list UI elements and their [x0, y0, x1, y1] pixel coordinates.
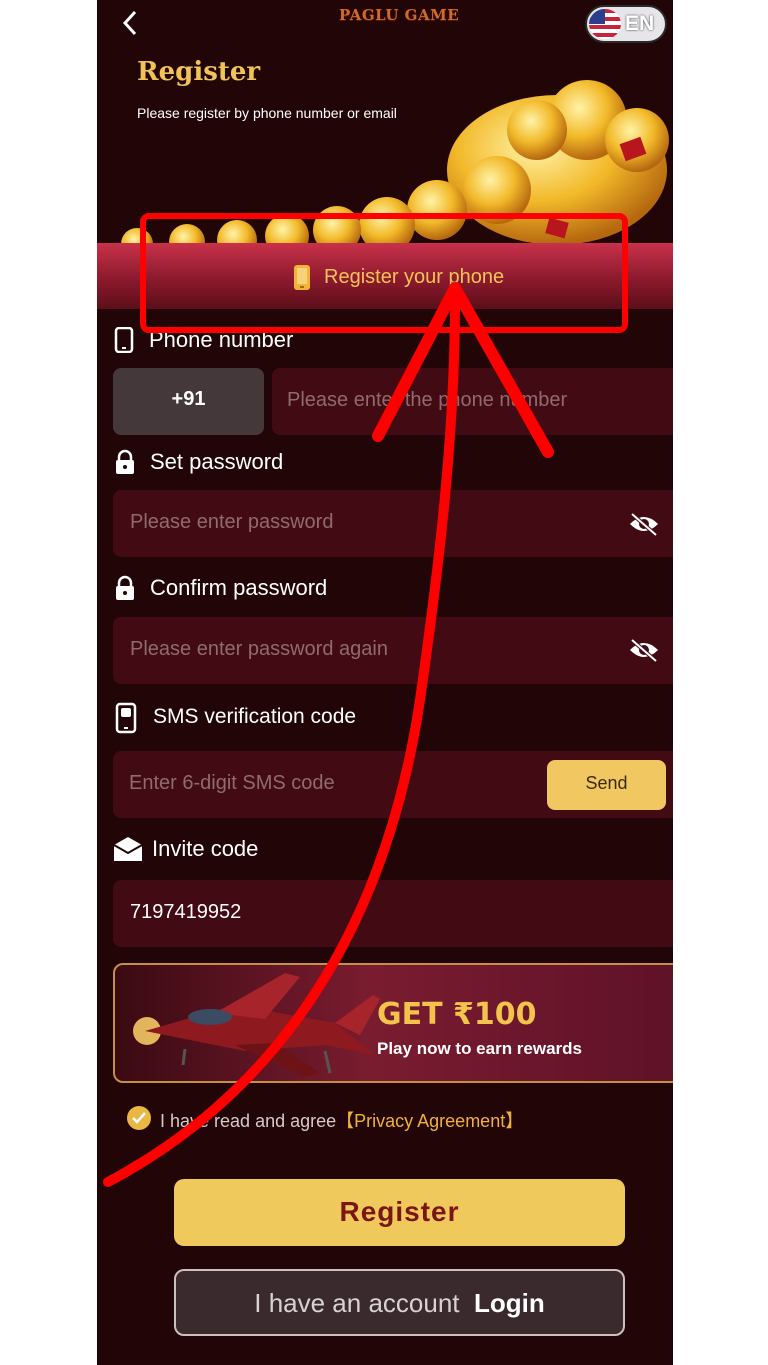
login-button[interactable]: I have an account Login: [174, 1269, 625, 1336]
login-label: Login: [473, 1288, 545, 1318]
us-flag-icon: [589, 9, 621, 39]
send-code-label: Send: [585, 773, 628, 793]
agreement-label: I have read and agree: [160, 1111, 337, 1131]
jet-plane-icon: [133, 973, 380, 1077]
agreement-checkbox[interactable]: [127, 1106, 151, 1130]
phone-icon: [114, 327, 134, 353]
login-button-text: I have an account Login: [176, 1288, 623, 1319]
phone-number-label: Phone number: [149, 327, 294, 352]
confirm-password-label: Confirm password: [150, 575, 328, 600]
register-page: PAGLU GAME EN Register Please register b…: [97, 0, 673, 1365]
lock-icon: [116, 449, 134, 474]
tab-register-phone[interactable]: Register your phone: [97, 243, 673, 309]
password-placeholder: Please enter password: [130, 511, 334, 533]
privacy-agreement-link[interactable]: 【Privacy Agreement】: [336, 1111, 523, 1131]
set-password-label: Set password: [150, 449, 284, 474]
check-icon: [132, 1112, 146, 1124]
page-title: Register: [137, 57, 261, 87]
language-switcher[interactable]: EN: [585, 5, 667, 43]
agreement-text: I have read and agree【Privacy Agreement】: [160, 1107, 523, 1133]
eye-off-icon[interactable]: [628, 510, 660, 538]
lock-icon: [116, 575, 134, 600]
chevron-left-icon[interactable]: [115, 8, 145, 38]
confirm-password-placeholder: Please enter password again: [130, 638, 388, 660]
send-code-button[interactable]: Send: [547, 760, 666, 810]
register-button[interactable]: Register: [174, 1179, 625, 1246]
sms-phone-icon: [115, 702, 137, 734]
eye-off-icon[interactable]: [628, 636, 660, 664]
phone-number-placeholder: Please enter the phone number: [287, 389, 568, 411]
phone-number-input[interactable]: Please enter the phone number: [272, 368, 673, 435]
tab-label: Register your phone: [324, 266, 505, 288]
banner-title: GET ₹100: [377, 997, 537, 1032]
promo-banner[interactable]: GET ₹100 Play now to earn rewards: [113, 963, 673, 1083]
invite-code-input[interactable]: 7197419952: [113, 880, 673, 947]
smartphone-icon: [294, 265, 310, 290]
page-subtitle: Please register by phone number or email: [137, 105, 397, 121]
gold-coins-decoration: [121, 80, 669, 245]
confirm-password-input[interactable]: Please enter password again: [113, 617, 673, 684]
password-input[interactable]: Please enter password: [113, 490, 673, 557]
sms-code-placeholder: Enter 6-digit SMS code: [129, 772, 335, 794]
sms-code-label: SMS verification code: [153, 705, 357, 728]
app-logo: PAGLU GAME: [339, 6, 460, 24]
invite-code-value: 7197419952: [130, 901, 242, 923]
country-code-select[interactable]: +91: [113, 368, 264, 435]
banner-subtitle: Play now to earn rewards: [377, 1039, 583, 1058]
envelope-icon: [113, 837, 143, 861]
login-prefix: I have an account: [254, 1288, 460, 1318]
invite-code-label: Invite code: [152, 836, 259, 861]
country-code-value: +91: [171, 388, 206, 410]
register-button-label: Register: [339, 1196, 460, 1227]
language-label: EN: [625, 12, 655, 35]
